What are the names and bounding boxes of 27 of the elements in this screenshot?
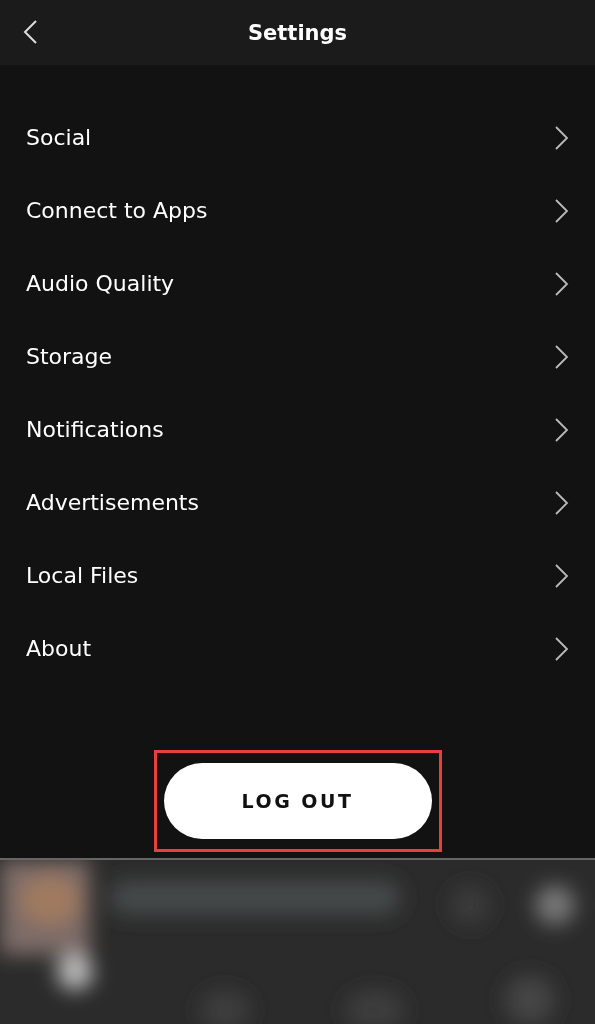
- settings-row[interactable]: Storage: [0, 320, 595, 393]
- settings-row[interactable]: Social: [0, 101, 595, 174]
- settings-row[interactable]: Audio Quality: [0, 247, 595, 320]
- chevron-icon: [555, 417, 569, 442]
- chevron-icon: [555, 490, 569, 515]
- row-label: Advertisements: [26, 490, 199, 515]
- chevron-icon: [555, 198, 569, 223]
- row-label: About: [26, 636, 92, 661]
- screen-title: Settings: [247, 20, 348, 45]
- row-label: Storage: [26, 344, 113, 369]
- settings-row[interactable]: Connect to Apps: [0, 174, 595, 247]
- settings-row[interactable]: About: [0, 612, 595, 685]
- row-label: Audio Quality: [26, 271, 175, 296]
- settings-row[interactable]: Advertisements: [0, 466, 595, 539]
- row-label: Notifications: [26, 417, 164, 442]
- chevron-icon: [555, 271, 569, 296]
- chevron-icon: [555, 344, 569, 369]
- chevron-icon: [555, 563, 569, 588]
- log-out-button[interactable]: LOG OUT: [163, 763, 432, 839]
- chevron-icon: [555, 636, 569, 661]
- chevron-icon: [555, 125, 569, 150]
- row-label: Local Files: [26, 563, 139, 588]
- row-label: Connect to Apps: [26, 198, 208, 223]
- settings-row[interactable]: Local Files: [0, 539, 595, 612]
- settings-row[interactable]: Notifications: [0, 393, 595, 466]
- back-icon[interactable]: [22, 20, 38, 44]
- row-label: Social: [26, 125, 92, 150]
